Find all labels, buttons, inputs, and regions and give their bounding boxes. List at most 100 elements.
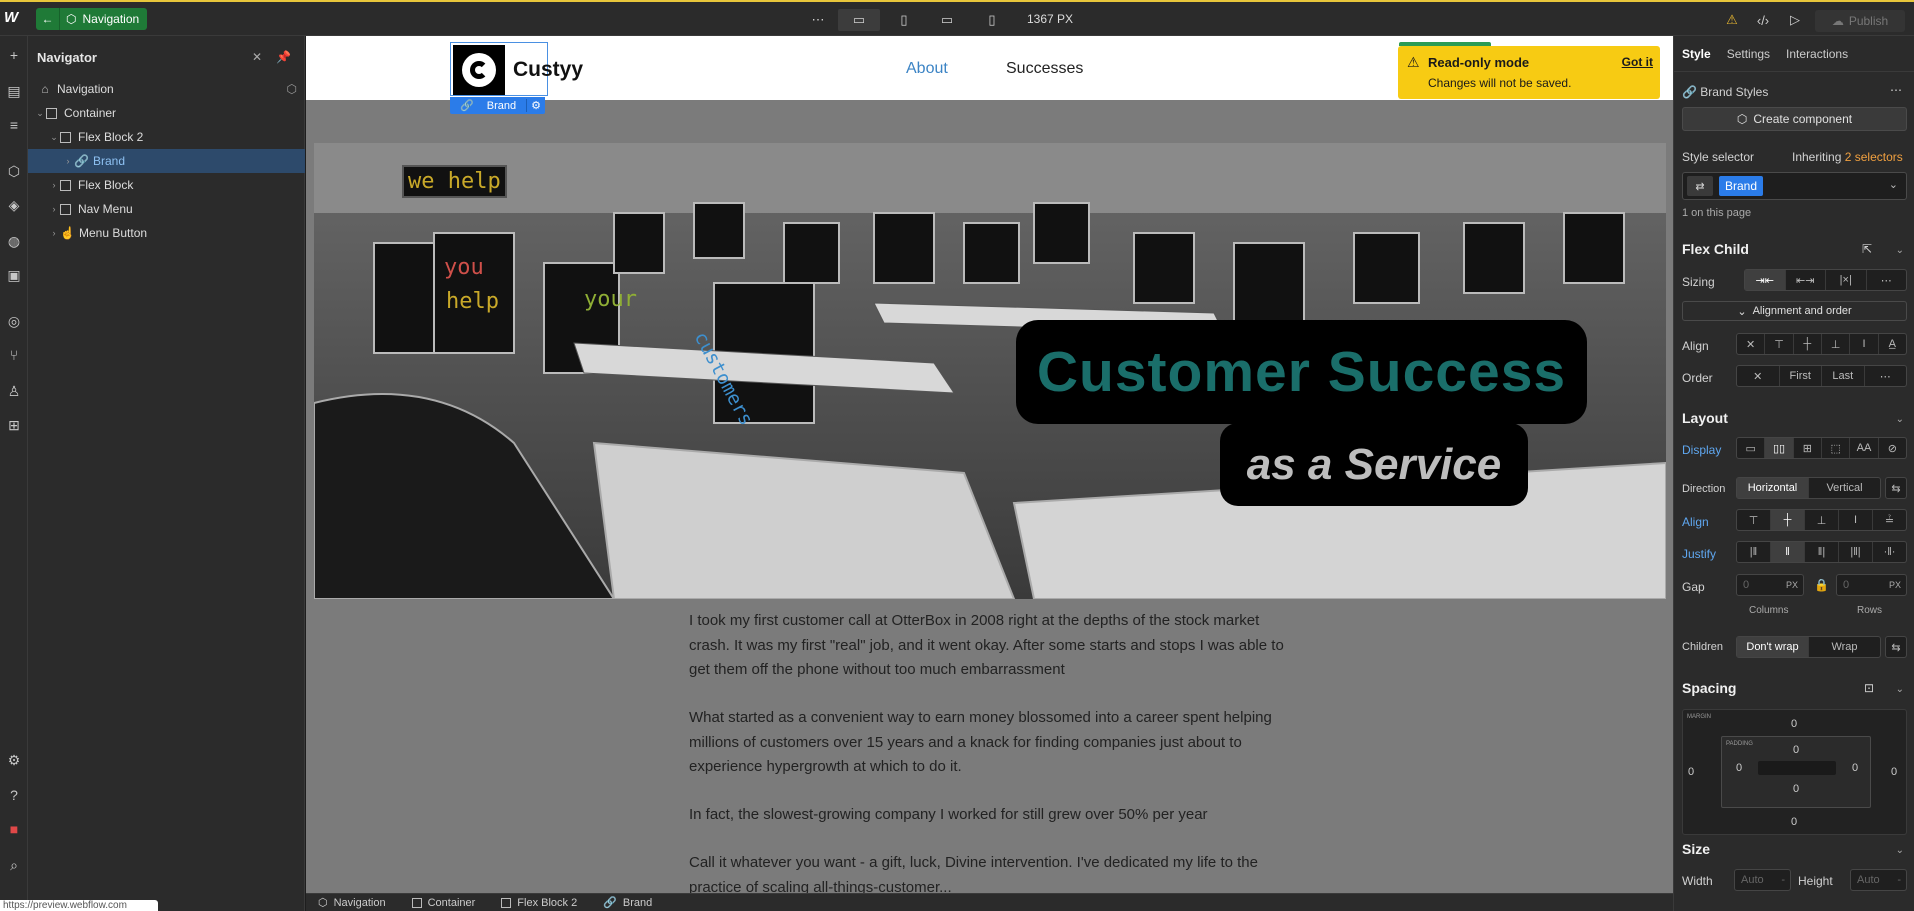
- display-block-icon[interactable]: ▭: [1737, 438, 1766, 458]
- flex-child-heading[interactable]: Flex Child: [1682, 241, 1749, 257]
- display-control[interactable]: ▭ ▯▯ ⊞ ⬚ AA ⊘: [1736, 437, 1907, 459]
- preview-play-icon[interactable]: ▷: [1785, 9, 1805, 31]
- navigator-icon[interactable]: ≡: [5, 116, 23, 134]
- display-inline-icon[interactable]: AA: [1850, 438, 1879, 458]
- publish-button[interactable]: ☁ Publish: [1815, 10, 1905, 32]
- tab-settings[interactable]: Settings: [1727, 47, 1770, 61]
- add-icon[interactable]: +: [5, 46, 23, 64]
- reverse-icon[interactable]: ⇆: [1886, 637, 1906, 657]
- chevron-down-icon[interactable]: ⌄: [1896, 845, 1904, 856]
- sizing-control[interactable]: ⇥⇤ ⇤⇥ |×| ⋯: [1744, 269, 1907, 291]
- apps-icon[interactable]: ⊞: [5, 416, 23, 434]
- spacing-heading[interactable]: Spacing: [1682, 680, 1736, 696]
- wrap-button[interactable]: Wrap: [1809, 637, 1880, 657]
- got-it-button[interactable]: Got it: [1622, 55, 1653, 69]
- display-flex-icon[interactable]: ▯▯: [1765, 438, 1794, 458]
- chevron-right-icon[interactable]: ›: [48, 204, 60, 214]
- cms-icon[interactable]: ◎: [5, 312, 23, 330]
- padding-top-value[interactable]: 0: [1793, 744, 1799, 756]
- tab-interactions[interactable]: Interactions: [1786, 47, 1848, 61]
- chevron-right-icon[interactable]: ›: [62, 156, 74, 166]
- settings-gear-icon[interactable]: ⚙: [526, 99, 545, 112]
- tree-item-nav-menu[interactable]: › Nav Menu: [28, 197, 305, 221]
- margin-bottom-value[interactable]: 0: [1791, 816, 1797, 828]
- order-first-button[interactable]: First: [1780, 366, 1822, 386]
- pages-icon[interactable]: ▤: [5, 82, 23, 100]
- align-items-start-icon[interactable]: ⊤: [1737, 510, 1771, 530]
- inheriting-info[interactable]: Inheriting 2 selectors: [1792, 150, 1903, 164]
- brand-link[interactable]: Custyy: [450, 42, 583, 96]
- size-heading[interactable]: Size: [1682, 841, 1710, 857]
- gap-rows-input[interactable]: 0 PX: [1836, 574, 1907, 596]
- dont-wrap-button[interactable]: Don't wrap: [1737, 637, 1809, 657]
- warning-icon[interactable]: ⚠: [1722, 9, 1742, 31]
- more-options-icon[interactable]: ⋯: [1890, 83, 1902, 97]
- width-input[interactable]: Auto -: [1734, 869, 1791, 891]
- more-options-icon[interactable]: ⋯: [808, 9, 828, 31]
- margin-left-value[interactable]: 0: [1688, 766, 1694, 778]
- create-component-button[interactable]: ⬡ Create component: [1682, 107, 1907, 131]
- gap-columns-input[interactable]: 0 PX: [1736, 574, 1804, 596]
- more-options-icon[interactable]: ⋯: [1865, 366, 1907, 386]
- justify-start-icon[interactable]: |‖: [1737, 542, 1771, 562]
- tree-item-container[interactable]: ⌄ Container: [28, 101, 305, 125]
- nav-link-successes[interactable]: Successes: [1006, 60, 1083, 78]
- align-none-icon[interactable]: ✕: [1737, 334, 1766, 354]
- display-inline-block-icon[interactable]: ⬚: [1822, 438, 1851, 458]
- direction-horizontal-button[interactable]: Horizontal: [1737, 478, 1809, 498]
- chevron-down-icon[interactable]: ⌄: [1889, 178, 1898, 191]
- users-icon[interactable]: ♙: [5, 382, 23, 400]
- align-start-icon[interactable]: ⊤: [1765, 334, 1794, 354]
- order-none-icon[interactable]: ✕: [1737, 366, 1780, 386]
- order-last-button[interactable]: Last: [1822, 366, 1865, 386]
- padding-bottom-value[interactable]: 0: [1793, 783, 1799, 795]
- padding-right-value[interactable]: 0: [1852, 762, 1858, 774]
- mobile-landscape-breakpoint-icon[interactable]: ▭: [937, 9, 957, 31]
- margin-top-value[interactable]: 0: [1791, 718, 1797, 730]
- sizing-grow-icon[interactable]: ⇤⇥: [1786, 270, 1826, 290]
- webflow-logo-icon[interactable]: W: [4, 9, 22, 27]
- direction-control[interactable]: Horizontal Vertical: [1736, 477, 1881, 499]
- chevron-down-icon[interactable]: ⌄: [1896, 414, 1904, 425]
- justify-between-icon[interactable]: |‖|: [1839, 542, 1873, 562]
- justify-control[interactable]: |‖ ‖ ‖| |‖| ·‖·: [1736, 541, 1907, 563]
- align-end-icon[interactable]: ⊥: [1822, 334, 1851, 354]
- tree-item-brand[interactable]: › 🔗 Brand: [28, 149, 305, 173]
- reverse-icon[interactable]: ⇆: [1886, 478, 1906, 498]
- align-baseline-icon[interactable]: A̲: [1879, 334, 1906, 354]
- tab-style[interactable]: Style: [1682, 47, 1711, 61]
- sizing-none-icon[interactable]: |×|: [1826, 270, 1867, 290]
- tree-item-flex-block-2[interactable]: ⌄ Flex Block 2: [28, 125, 305, 149]
- component-pill[interactable]: ← ⬡ Navigation: [36, 8, 148, 30]
- collapse-icon[interactable]: ✕: [252, 50, 262, 64]
- align-items-control[interactable]: ⊤ ┼ ⊥ Ι ≟: [1736, 509, 1907, 531]
- breadcrumb-navigation[interactable]: ⬡ Navigation: [318, 896, 386, 910]
- record-icon[interactable]: ■: [5, 820, 23, 838]
- justify-end-icon[interactable]: ‖|: [1805, 542, 1839, 562]
- logic-icon[interactable]: ⑂: [5, 346, 23, 364]
- align-items-stretch-icon[interactable]: Ι: [1839, 510, 1873, 530]
- expand-icon[interactable]: ⇱: [1862, 242, 1872, 256]
- chevron-down-icon[interactable]: ⌄: [34, 108, 46, 119]
- wrap-control[interactable]: Don't wrap Wrap: [1736, 636, 1881, 658]
- display-grid-icon[interactable]: ⊞: [1794, 438, 1822, 458]
- sizing-shrink-icon[interactable]: ⇥⇤: [1745, 270, 1786, 290]
- back-arrow-icon[interactable]: ←: [36, 8, 60, 30]
- padding-box[interactable]: PADDING 0 0 0 0: [1721, 736, 1871, 808]
- pin-icon[interactable]: 📌: [276, 50, 291, 64]
- selector-swap-icon[interactable]: ⇄: [1687, 176, 1713, 196]
- spacing-preset-icon[interactable]: ⊡: [1864, 681, 1874, 695]
- search-icon[interactable]: ⌕: [5, 856, 23, 874]
- style-selector-input[interactable]: ⇄ Brand ⌄: [1682, 172, 1907, 200]
- selector-class-pill[interactable]: Brand: [1719, 176, 1764, 196]
- chevron-right-icon[interactable]: ›: [48, 180, 60, 190]
- spacing-box-model[interactable]: MARGIN 0 0 0 0 PADDING 0 0 0 0: [1682, 709, 1907, 835]
- chevron-right-icon[interactable]: ›: [48, 228, 60, 238]
- wrap-reverse-toggle[interactable]: ⇆: [1885, 636, 1907, 658]
- lock-icon[interactable]: 🔒: [1814, 578, 1829, 592]
- styles-icon[interactable]: ◍: [5, 232, 23, 250]
- chevron-down-icon[interactable]: ⌄: [48, 132, 60, 143]
- height-input[interactable]: Auto -: [1850, 869, 1907, 891]
- more-options-icon[interactable]: ⋯: [1867, 270, 1907, 290]
- desktop-breakpoint-icon[interactable]: ▭: [838, 9, 880, 31]
